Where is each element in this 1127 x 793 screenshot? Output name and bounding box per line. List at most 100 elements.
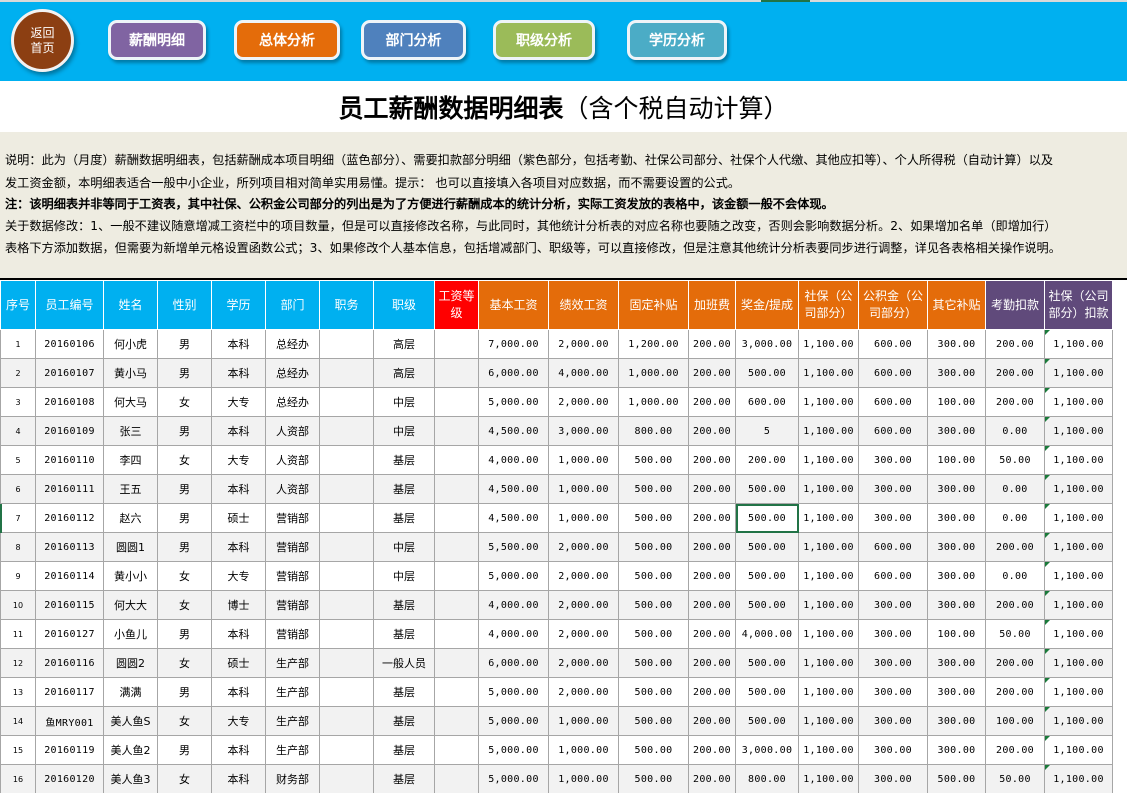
head-rank[interactable]: 职级 [373,280,435,330]
position-cell[interactable] [319,561,374,591]
overtime-pay-cell[interactable]: 200.00 [688,416,736,446]
gender-cell[interactable]: 男 [157,532,212,562]
name-cell[interactable]: 美人鱼2 [103,735,158,765]
education-cell[interactable]: 博士 [211,590,266,620]
overtime-pay-cell[interactable]: 200.00 [688,532,736,562]
department-cell[interactable]: 营销部 [265,619,320,649]
position-cell[interactable] [319,764,374,793]
other-allowance-cell[interactable]: 500.00 [927,764,986,793]
name-cell[interactable]: 张三 [103,416,158,446]
other-allowance-cell[interactable]: 300.00 [927,706,986,736]
attendance-deduction-cell[interactable]: 0.00 [985,474,1045,504]
overtime-pay-cell[interactable]: 200.00 [688,735,736,765]
social-insurance-company-cell[interactable]: 1,100.00 [798,764,859,793]
other-allowance-cell[interactable]: 300.00 [927,329,986,359]
performance-pay-cell[interactable]: 1,000.00 [548,503,619,533]
fixed-allowance-cell[interactable]: 1,000.00 [618,387,689,417]
other-allowance-cell[interactable]: 300.00 [927,648,986,678]
gender-cell[interactable]: 女 [157,561,212,591]
social-insurance-company-cell[interactable]: 1,100.00 [798,677,859,707]
employee-id-cell[interactable]: 20160127 [35,619,104,649]
base-salary-cell[interactable]: 4,000.00 [478,590,549,620]
social-insurance-deduction-cell[interactable]: 1,100.00 [1044,445,1113,475]
performance-pay-cell[interactable]: 3,000.00 [548,416,619,446]
education-cell[interactable]: 本科 [211,619,266,649]
salary-grade-cell[interactable] [434,735,479,765]
bonus-cell[interactable]: 500.00 [735,677,799,707]
name-cell[interactable]: 赵六 [103,503,158,533]
base-salary-cell[interactable]: 6,000.00 [478,648,549,678]
name-cell[interactable]: 何大马 [103,387,158,417]
head-name[interactable]: 姓名 [103,280,158,330]
housing-fund-company-cell[interactable]: 600.00 [858,416,928,446]
social-insurance-company-cell[interactable]: 1,100.00 [798,561,859,591]
other-allowance-cell[interactable]: 300.00 [927,532,986,562]
performance-pay-cell[interactable]: 1,000.00 [548,735,619,765]
bonus-cell[interactable]: 200.00 [735,445,799,475]
education-cell[interactable]: 本科 [211,358,266,388]
housing-fund-company-cell[interactable]: 600.00 [858,387,928,417]
head-employee-id[interactable]: 员工编号 [35,280,104,330]
overtime-pay-cell[interactable]: 200.00 [688,764,736,793]
employee-id-cell[interactable]: 20160111 [35,474,104,504]
department-cell[interactable]: 人资部 [265,445,320,475]
overtime-pay-cell[interactable]: 200.00 [688,387,736,417]
fixed-allowance-cell[interactable]: 500.00 [618,474,689,504]
gender-cell[interactable]: 女 [157,590,212,620]
overtime-pay-cell[interactable]: 200.00 [688,561,736,591]
attendance-deduction-cell[interactable]: 200.00 [985,532,1045,562]
rank-cell[interactable]: 基层 [373,503,435,533]
bonus-cell[interactable]: 500.00 [735,358,799,388]
education-analysis-button[interactable]: 学历分析 [627,20,727,60]
education-cell[interactable]: 本科 [211,764,266,793]
index-cell[interactable]: 4 [0,416,36,446]
index-cell[interactable]: 16 [0,764,36,793]
other-allowance-cell[interactable]: 300.00 [927,503,986,533]
attendance-deduction-cell[interactable]: 200.00 [985,590,1045,620]
performance-pay-cell[interactable]: 2,000.00 [548,590,619,620]
attendance-deduction-cell[interactable]: 200.00 [985,677,1045,707]
performance-pay-cell[interactable]: 2,000.00 [548,387,619,417]
index-cell[interactable]: 6 [0,474,36,504]
name-cell[interactable]: 李四 [103,445,158,475]
salary-grade-cell[interactable] [434,648,479,678]
social-insurance-deduction-cell[interactable]: 1,100.00 [1044,590,1113,620]
rank-cell[interactable]: 中层 [373,387,435,417]
gender-cell[interactable]: 男 [157,619,212,649]
position-cell[interactable] [319,677,374,707]
gender-cell[interactable]: 男 [157,735,212,765]
housing-fund-company-cell[interactable]: 300.00 [858,445,928,475]
name-cell[interactable]: 美人鱼3 [103,764,158,793]
performance-pay-cell[interactable]: 1,000.00 [548,764,619,793]
position-cell[interactable] [319,445,374,475]
department-cell[interactable]: 营销部 [265,561,320,591]
index-cell[interactable]: 14 [0,706,36,736]
other-allowance-cell[interactable]: 100.00 [927,445,986,475]
housing-fund-company-cell[interactable]: 300.00 [858,503,928,533]
name-cell[interactable]: 小鱼儿 [103,619,158,649]
social-insurance-deduction-cell[interactable]: 1,100.00 [1044,474,1113,504]
employee-id-cell[interactable]: 20160117 [35,677,104,707]
employee-id-cell[interactable]: 20160116 [35,648,104,678]
other-allowance-cell[interactable]: 300.00 [927,474,986,504]
bonus-cell[interactable]: 500.00 [735,561,799,591]
overtime-pay-cell[interactable]: 200.00 [688,590,736,620]
fixed-allowance-cell[interactable]: 1,000.00 [618,358,689,388]
name-cell[interactable]: 黄小小 [103,561,158,591]
gender-cell[interactable]: 男 [157,677,212,707]
bonus-cell[interactable]: 500.00 [735,532,799,562]
department-cell[interactable]: 生产部 [265,706,320,736]
social-insurance-company-cell[interactable]: 1,100.00 [798,387,859,417]
attendance-deduction-cell[interactable]: 50.00 [985,445,1045,475]
rank-cell[interactable]: 基层 [373,619,435,649]
salary-grade-cell[interactable] [434,677,479,707]
social-insurance-deduction-cell[interactable]: 1,100.00 [1044,735,1113,765]
position-cell[interactable] [319,503,374,533]
rank-cell[interactable]: 基层 [373,590,435,620]
education-cell[interactable]: 本科 [211,532,266,562]
head-overtime-pay[interactable]: 加班费 [688,280,736,330]
position-cell[interactable] [319,532,374,562]
performance-pay-cell[interactable]: 4,000.00 [548,358,619,388]
gender-cell[interactable]: 男 [157,503,212,533]
gender-cell[interactable]: 女 [157,648,212,678]
